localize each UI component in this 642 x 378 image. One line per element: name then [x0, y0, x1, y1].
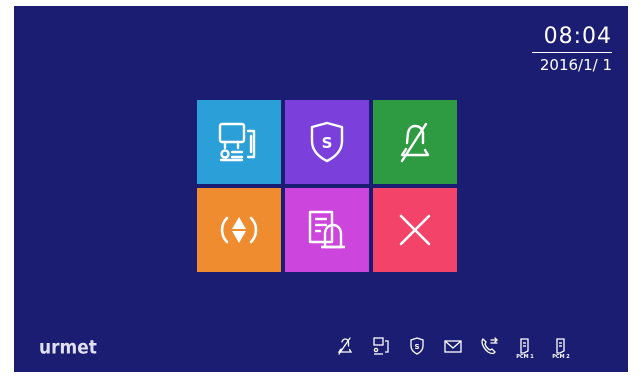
status-do-not-disturb — [327, 336, 363, 364]
urmet-logo: urmet — [39, 337, 97, 359]
status-bar: urmet S PCM 1 PCM 2 — [14, 332, 628, 372]
status-icons: S PCM 1 PCM 2 — [327, 336, 579, 364]
call-forward-icon — [481, 337, 498, 355]
clock: 08:04 2016/1/ 1 — [532, 24, 612, 74]
tile-security[interactable]: S — [285, 100, 369, 184]
tile-intercom[interactable] — [197, 100, 281, 184]
security-letter: S — [322, 134, 333, 152]
divert-icon — [220, 216, 258, 244]
status-security-letter: S — [414, 343, 419, 351]
tile-divert[interactable] — [197, 188, 281, 272]
clock-date: 2016/1/ 1 — [539, 56, 612, 74]
status-pcm-1: PCM 1 — [507, 336, 543, 364]
clock-time: 08:04 — [543, 24, 612, 49]
security-shield-icon: S — [310, 121, 344, 163]
bell-muted-icon — [337, 337, 353, 355]
close-icon — [399, 214, 431, 246]
pcm-1-label: PCM 1 — [516, 354, 534, 360]
tile-do-not-disturb[interactable] — [373, 100, 457, 184]
tile-exit[interactable] — [373, 188, 457, 272]
intercom-icon — [373, 337, 389, 355]
pcm-icon — [520, 338, 529, 354]
status-call-forward — [471, 336, 507, 364]
status-intercom — [363, 336, 399, 364]
status-security: S — [399, 336, 435, 364]
memo-icon — [308, 210, 345, 249]
clock-divider — [532, 52, 612, 53]
envelope-icon — [444, 340, 462, 353]
pcm-2-label: PCM 2 — [552, 354, 570, 360]
bell-muted-icon — [400, 122, 430, 163]
security-shield-icon: S — [410, 337, 424, 355]
main-menu-grid: S — [197, 100, 457, 272]
monitor-screen: 08:04 2016/1/ 1 S urmet S PCM 1 PCM 2 — [14, 6, 628, 372]
status-messages — [435, 336, 471, 364]
pcm-icon — [556, 338, 565, 354]
tile-messages[interactable] — [285, 188, 369, 272]
status-pcm-2: PCM 2 — [543, 336, 579, 364]
intercom-icon — [218, 122, 256, 162]
